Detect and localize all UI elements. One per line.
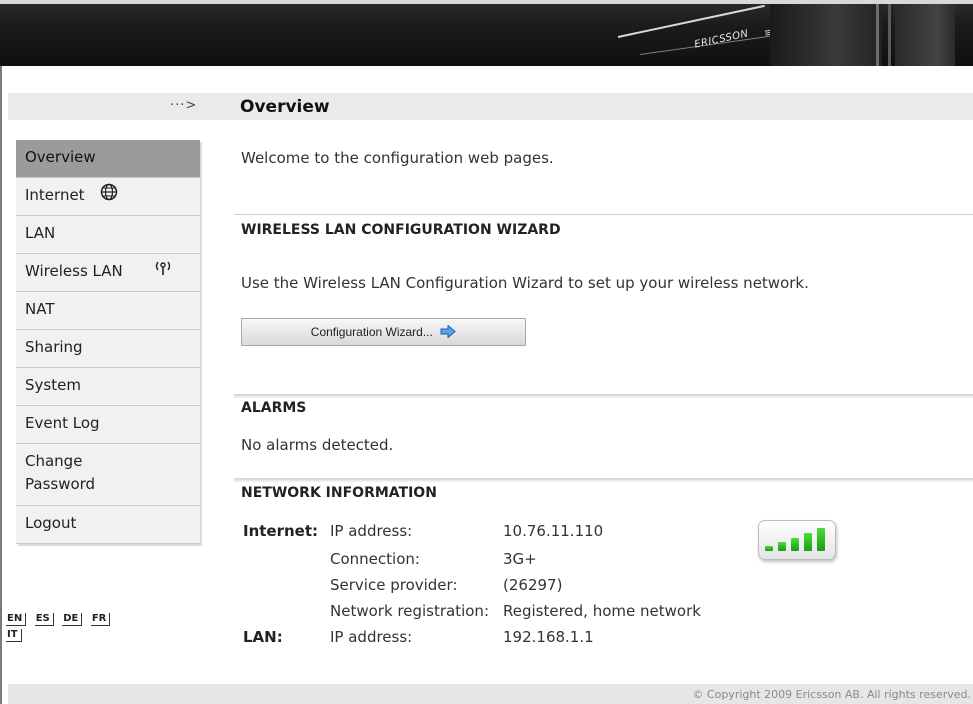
signal-bar bbox=[804, 533, 812, 551]
globe-icon bbox=[100, 183, 118, 206]
sidebar-item-wireless-lan[interactable]: Wireless LAN bbox=[16, 254, 200, 292]
lang-de[interactable]: DE bbox=[62, 613, 83, 626]
header-banner: ERICSSON ≡ bbox=[0, 0, 973, 66]
arrow-right-icon bbox=[440, 323, 456, 340]
lang-es[interactable]: ES bbox=[34, 613, 54, 626]
net-key: Connection: bbox=[330, 550, 420, 568]
network-section-title: NETWORK INFORMATION bbox=[241, 485, 437, 501]
title-strip bbox=[8, 93, 973, 120]
sidebar-item-lan[interactable]: LAN bbox=[16, 216, 200, 254]
sidebar-item-label: Wireless LAN bbox=[25, 262, 123, 280]
sidebar-item-system[interactable]: System bbox=[16, 368, 200, 406]
sidebar-item-internet[interactable]: Internet bbox=[16, 178, 200, 216]
internet-label: Internet: bbox=[243, 522, 319, 540]
antenna-icon bbox=[154, 259, 172, 282]
copyright-text: © Copyright 2009 Ericsson AB. All rights… bbox=[692, 688, 971, 701]
left-border bbox=[0, 66, 2, 704]
page-title: Overview bbox=[240, 97, 330, 117]
lan-label: LAN: bbox=[243, 628, 283, 646]
sidebar-item-sharing[interactable]: Sharing bbox=[16, 330, 200, 368]
lang-it[interactable]: IT bbox=[6, 629, 22, 642]
lang-en[interactable]: EN bbox=[6, 613, 27, 626]
header-decor-bar bbox=[876, 4, 879, 66]
ericsson-logo: ERICSSON bbox=[693, 28, 750, 51]
arrow-icon: ···> bbox=[170, 98, 198, 113]
wizard-button-label: Configuration Wizard... bbox=[310, 325, 433, 339]
sidebar-item-event-log[interactable]: Event Log bbox=[16, 406, 200, 444]
sidebar-item-logout[interactable]: Logout bbox=[16, 506, 200, 544]
divider bbox=[234, 214, 973, 215]
service-provider-value: (26297) bbox=[503, 576, 563, 594]
net-key: IP address: bbox=[330, 522, 413, 540]
lang-fr[interactable]: FR bbox=[90, 613, 111, 626]
header-decor-bar bbox=[888, 4, 891, 66]
welcome-text: Welcome to the configuration web pages. bbox=[241, 149, 554, 167]
sidebar-item-label: NAT bbox=[25, 300, 55, 318]
sidebar-item-label-line2: Password bbox=[25, 475, 96, 493]
signal-bar bbox=[778, 542, 786, 551]
signal-bar bbox=[791, 538, 799, 551]
sidebar-item-label-line1: Change bbox=[25, 452, 83, 470]
internet-ip-value: 10.76.11.110 bbox=[503, 522, 604, 540]
connection-value: 3G+ bbox=[503, 550, 537, 568]
network-registration-value: Registered, home network bbox=[503, 602, 701, 620]
sidebar-item-change-password[interactable]: Change Password bbox=[16, 444, 200, 506]
signal-strength-icon bbox=[758, 520, 836, 560]
wizard-description: Use the Wireless LAN Configuration Wizar… bbox=[241, 274, 809, 292]
signal-bar bbox=[817, 528, 825, 551]
sidebar-item-nat[interactable]: NAT bbox=[16, 292, 200, 330]
net-key: IP address: bbox=[330, 628, 413, 646]
sidebar-nav: Overview Internet LAN Wireless LAN NAT S… bbox=[16, 140, 200, 544]
signal-bar bbox=[765, 546, 773, 551]
sidebar-item-label: System bbox=[25, 376, 81, 394]
sidebar-item-label: Logout bbox=[25, 514, 77, 532]
sidebar-item-label: Overview bbox=[25, 148, 96, 166]
divider bbox=[234, 394, 973, 398]
language-selector: EN ES DE FR IT bbox=[6, 613, 115, 642]
header-decor-panel bbox=[770, 4, 882, 66]
sidebar-item-label: Internet bbox=[25, 186, 85, 204]
net-key: Service provider: bbox=[330, 576, 458, 594]
sidebar-item-overview[interactable]: Overview bbox=[16, 140, 200, 178]
alarms-section-title: ALARMS bbox=[241, 400, 307, 416]
net-key: Network registration: bbox=[330, 602, 489, 620]
divider bbox=[234, 478, 973, 482]
sidebar-item-label: LAN bbox=[25, 224, 56, 242]
configuration-wizard-button[interactable]: Configuration Wizard... bbox=[241, 318, 526, 346]
wizard-section-title: WIRELESS LAN CONFIGURATION WIZARD bbox=[241, 222, 561, 238]
alarms-text: No alarms detected. bbox=[241, 436, 394, 454]
header-decor-panel bbox=[895, 4, 955, 66]
sidebar-item-label: Event Log bbox=[25, 414, 100, 432]
sidebar-item-label: Sharing bbox=[25, 338, 83, 356]
lan-ip-value: 192.168.1.1 bbox=[503, 628, 594, 646]
